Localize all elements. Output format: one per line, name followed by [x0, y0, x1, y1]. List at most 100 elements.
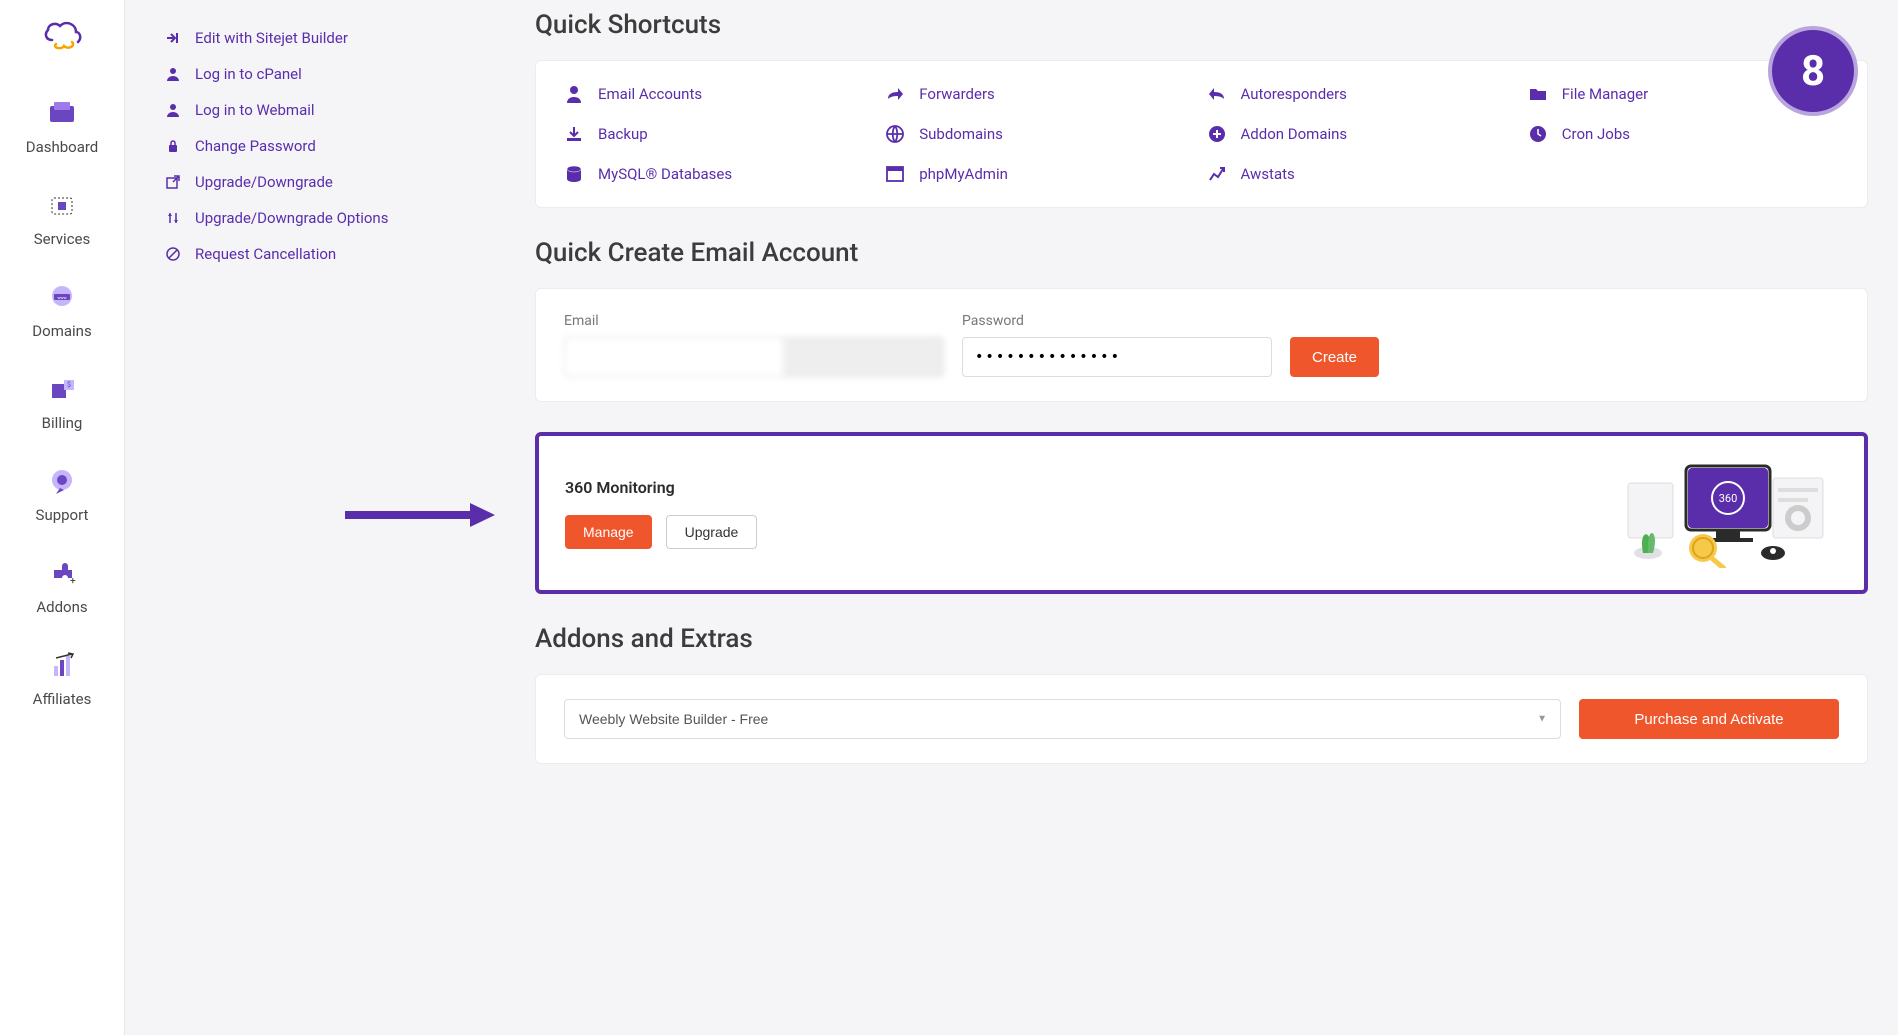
addon-select[interactable]: Weebly Website Builder - Free — [564, 699, 1561, 739]
action-label: Edit with Sitejet Builder — [195, 29, 348, 47]
password-input[interactable] — [962, 337, 1272, 377]
clock-icon — [1528, 125, 1548, 143]
nav-billing[interactable]: $ Billing — [0, 358, 124, 450]
person-icon — [564, 85, 584, 103]
shortcut-label: Email Accounts — [598, 85, 702, 103]
shortcut-email-accounts[interactable]: Email Accounts — [564, 85, 875, 103]
shortcut-cron-jobs[interactable]: Cron Jobs — [1528, 125, 1839, 143]
password-label: Password — [962, 313, 1272, 329]
forward-icon — [885, 85, 905, 103]
action-label: Upgrade/Downgrade Options — [195, 209, 388, 227]
monitoring-card: 360 Monitoring Manage Upgrade 360 — [535, 432, 1868, 594]
action-label: Log in to cPanel — [195, 65, 302, 83]
cancel-icon — [165, 247, 181, 261]
shortcut-mysql[interactable]: MySQL® Databases — [564, 165, 875, 183]
shortcut-label: MySQL® Databases — [598, 165, 732, 183]
action-label: Change Password — [195, 137, 316, 155]
monitoring-title: 360 Monitoring — [565, 478, 757, 497]
shortcut-forwarders[interactable]: Forwarders — [885, 85, 1196, 103]
action-request-cancellation[interactable]: Request Cancellation — [165, 236, 465, 272]
billing-icon: $ — [46, 376, 78, 404]
shortcut-label: Backup — [598, 125, 648, 143]
shortcut-phpmyadmin[interactable]: phpMyAdmin — [885, 165, 1196, 183]
action-label: Request Cancellation — [195, 245, 336, 263]
external-icon — [165, 175, 181, 189]
shortcut-autoresponders[interactable]: Autoresponders — [1207, 85, 1518, 103]
shortcut-label: File Manager — [1562, 85, 1648, 103]
support-icon — [46, 468, 78, 496]
email-section-title: Quick Create Email Account — [535, 238, 1868, 268]
shortcut-label: Autoresponders — [1241, 85, 1347, 103]
logo[interactable] — [42, 20, 82, 52]
reply-icon — [1207, 85, 1227, 103]
action-login-webmail[interactable]: Log in to Webmail — [165, 92, 465, 128]
nav-label: Support — [36, 506, 89, 524]
action-label: Log in to Webmail — [195, 101, 315, 119]
shortcut-awstats[interactable]: Awstats — [1207, 165, 1518, 183]
svg-text:$: $ — [67, 381, 71, 389]
nav-services[interactable]: Services — [0, 174, 124, 266]
addons-card: Weebly Website Builder - Free ▼ Purchase… — [535, 674, 1868, 764]
svg-text:www: www — [57, 295, 66, 300]
svg-text:360: 360 — [1719, 492, 1738, 505]
shortcut-addon-domains[interactable]: Addon Domains — [1207, 125, 1518, 143]
user-icon — [165, 67, 181, 81]
email-label: Email — [564, 313, 944, 329]
email-input[interactable] — [564, 337, 784, 377]
chart-icon — [1207, 165, 1227, 183]
shortcut-backup[interactable]: Backup — [564, 125, 875, 143]
shortcut-label: Subdomains — [919, 125, 1003, 143]
create-button[interactable]: Create — [1290, 337, 1379, 377]
addons-section-title: Addons and Extras — [535, 624, 1868, 654]
nav-affiliates[interactable]: Affiliates — [0, 634, 124, 726]
manage-button[interactable]: Manage — [565, 515, 652, 549]
shortcuts-title: Quick Shortcuts — [535, 10, 1868, 40]
upgrade-button[interactable]: Upgrade — [666, 515, 758, 549]
shortcut-label: Cron Jobs — [1562, 125, 1630, 143]
nav-label: Services — [34, 230, 91, 248]
nav-addons[interactable]: + Addons — [0, 542, 124, 634]
action-login-cpanel[interactable]: Log in to cPanel — [165, 56, 465, 92]
edit-builder-icon — [165, 30, 181, 46]
logo-icon — [42, 20, 82, 52]
shortcut-label: Addon Domains — [1241, 125, 1348, 143]
action-upgrade-downgrade[interactable]: Upgrade/Downgrade — [165, 164, 465, 200]
sliders-icon — [165, 211, 181, 225]
action-change-password[interactable]: Change Password — [165, 128, 465, 164]
nav-dashboard[interactable]: Dashboard — [0, 82, 124, 174]
nav-label: Dashboard — [26, 138, 99, 156]
purchase-activate-button[interactable]: Purchase and Activate — [1579, 699, 1839, 739]
download-icon — [564, 125, 584, 143]
folder-icon — [1528, 85, 1548, 103]
globe-icon — [885, 125, 905, 143]
window-icon — [885, 165, 905, 183]
domains-icon: www — [46, 284, 78, 312]
shortcut-label: Awstats — [1241, 165, 1295, 183]
email-card: Email Password Create — [535, 288, 1868, 402]
monitoring-illustration: 360 — [1618, 458, 1838, 568]
addons-icon: + — [46, 560, 78, 588]
nav-label: Affiliates — [33, 690, 92, 708]
action-upgrade-downgrade-options[interactable]: Upgrade/Downgrade Options — [165, 200, 465, 236]
affiliates-icon — [46, 652, 78, 680]
action-edit-sitejet[interactable]: Edit with Sitejet Builder — [165, 20, 465, 56]
email-domain-display — [784, 337, 944, 377]
services-icon — [46, 192, 78, 220]
arrow-icon — [345, 500, 495, 530]
nav-label: Billing — [42, 414, 83, 432]
user-icon — [165, 103, 181, 117]
shortcut-subdomains[interactable]: Subdomains — [885, 125, 1196, 143]
nav-domains[interactable]: www Domains — [0, 266, 124, 358]
main-content: Quick Shortcuts Email Accounts Forwarder… — [505, 0, 1898, 1035]
database-icon — [564, 165, 584, 183]
shortcut-label: phpMyAdmin — [919, 165, 1008, 183]
nav-support[interactable]: Support — [0, 450, 124, 542]
sidebar: Dashboard Services www Domains $ Billing… — [0, 0, 125, 1035]
annotation-arrow — [345, 500, 495, 530]
nav-label: Addons — [36, 598, 87, 616]
shortcuts-card: Email Accounts Forwarders Autoresponders… — [535, 60, 1868, 208]
action-label: Upgrade/Downgrade — [195, 173, 333, 191]
plus-circle-icon — [1207, 125, 1227, 143]
svg-text:+: + — [70, 576, 76, 587]
shortcut-label: Forwarders — [919, 85, 995, 103]
